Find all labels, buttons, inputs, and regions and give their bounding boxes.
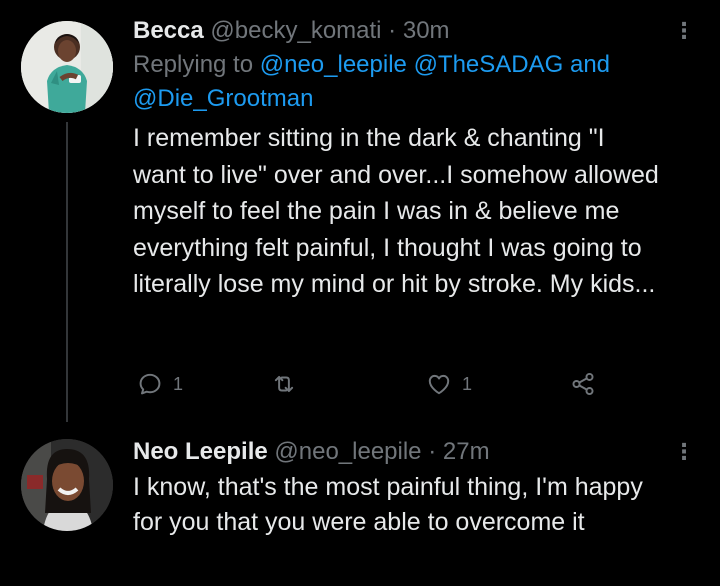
share-icon <box>572 372 594 396</box>
reply-button[interactable]: 1 <box>137 366 183 402</box>
like-button[interactable]: 1 <box>426 366 472 402</box>
like-count: 1 <box>462 373 473 394</box>
tweet[interactable]: Neo Leepile @neo_leepile · 27m I know, t… <box>0 430 720 586</box>
reply-icon <box>139 373 161 395</box>
more-vertical-icon: ⋮ <box>673 18 695 43</box>
user-handle[interactable]: @becky_komati <box>210 17 381 44</box>
display-name[interactable]: Neo Leepile <box>133 438 268 465</box>
timestamp[interactable]: 30m <box>403 17 450 44</box>
tweet-text: I remember sitting in the dark & chantin… <box>133 124 659 298</box>
display-name[interactable]: Becca <box>133 17 204 44</box>
retweet-button[interactable] <box>271 366 297 402</box>
separator-dot: · <box>388 17 397 44</box>
tweet-header: Neo Leepile @neo_leepile · 27m <box>133 435 660 469</box>
tweet-thread: Becca @becky_komati · 30m Replying to @n… <box>0 0 720 586</box>
mention-joiner[interactable]: and <box>570 51 610 78</box>
replying-to: Replying to @neo_leepile @TheSADAG and @… <box>133 48 660 116</box>
mention-link[interactable]: @neo_leepile <box>260 51 407 78</box>
tweet[interactable]: Becca @becky_komati · 30m Replying to @n… <box>0 0 720 430</box>
more-options-button[interactable]: ⋮ <box>672 14 696 48</box>
tweet-content: Becca @becky_komati · 30m Replying to @n… <box>133 14 660 303</box>
avatar-image <box>21 439 113 531</box>
mention-link[interactable]: @Die_Grootman <box>133 85 313 112</box>
tweet-actions: 1 1 <box>133 366 613 402</box>
avatar-image <box>21 21 113 113</box>
tweet-header: Becca @becky_komati · 30m <box>133 14 660 48</box>
user-handle[interactable]: @neo_leepile <box>274 438 421 465</box>
avatar[interactable] <box>21 439 113 531</box>
mention-link[interactable]: @TheSADAG <box>414 51 564 78</box>
timestamp[interactable]: 27m <box>443 438 490 465</box>
share-button[interactable] <box>570 366 596 402</box>
retweet-icon <box>274 375 294 393</box>
thread-connector-line <box>66 122 68 422</box>
separator-dot: · <box>428 438 437 465</box>
tweet-text: I know, that's the most painful thing, I… <box>133 473 643 536</box>
reply-count: 1 <box>173 373 184 394</box>
avatar[interactable] <box>21 21 113 113</box>
heart-icon <box>428 374 450 395</box>
more-vertical-icon: ⋮ <box>673 439 695 464</box>
tweet-content: Neo Leepile @neo_leepile · 27m I know, t… <box>133 435 660 539</box>
replying-to-label: Replying to <box>133 51 254 78</box>
more-options-button[interactable]: ⋮ <box>672 435 696 469</box>
